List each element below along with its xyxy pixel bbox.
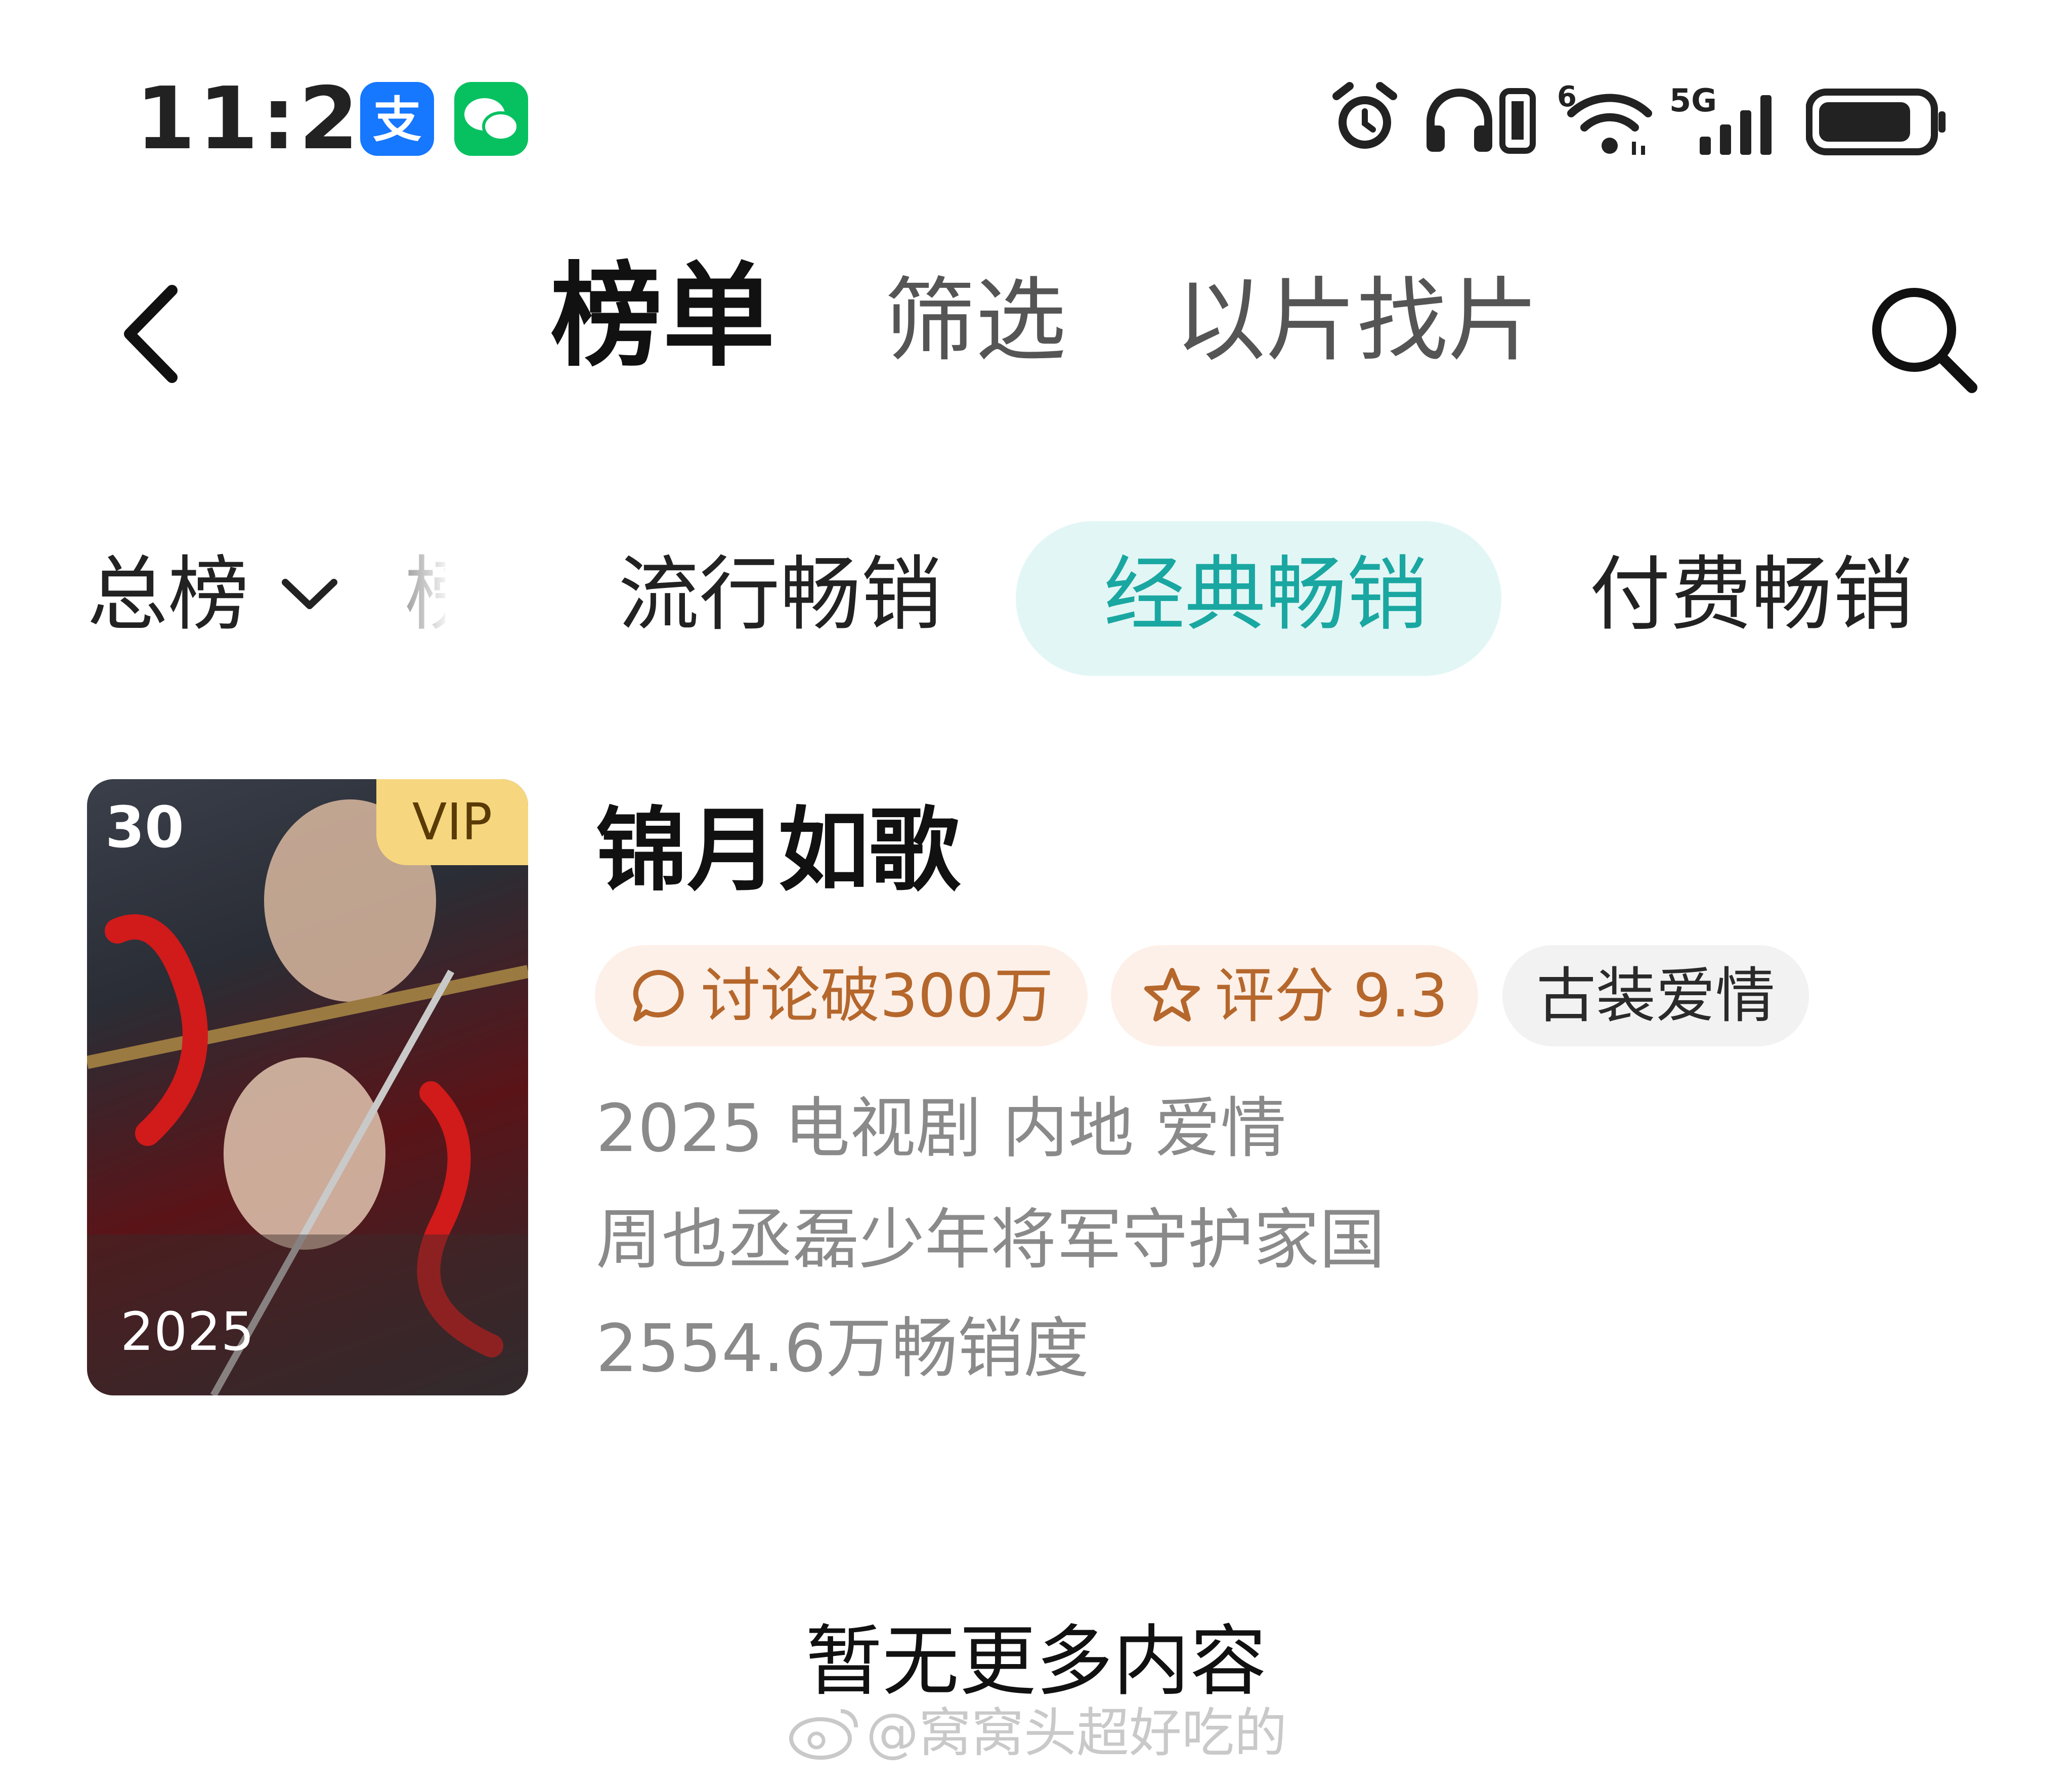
poster-image[interactable]: 30 VIP 2025 [87,779,528,1395]
category-popular[interactable]: 流行畅销 [618,554,942,635]
star-icon [1144,968,1200,1022]
watermark: @窝窝头超好吃的 [785,1705,1287,1761]
score-text: 评分 9.3 [1215,961,1448,1031]
discussion-tag: 讨论破300万 [595,945,1088,1046]
tab-ranking[interactable]: 榜单 [550,261,775,373]
category-dropdown-label: 总榜 [87,547,249,642]
item-title[interactable]: 锦月如歌 [596,805,960,897]
signal-5g-icon: 5G [1669,81,1781,159]
vip-badge: VIP [376,779,528,865]
vibrate-icon [1497,81,1538,159]
chevron-down-icon [282,579,338,609]
comment-icon [633,969,684,1022]
chevron-left-icon [124,285,178,383]
watermark-text: @窝窝头超好吃的 [866,1702,1287,1764]
score-tag: 评分 9.3 [1111,945,1478,1046]
poster-year: 2025 [120,1301,254,1363]
category-paid[interactable]: 付费畅销 [1589,554,1913,635]
search-icon [1872,288,1977,393]
category-dropdown[interactable]: 总榜 [87,554,340,635]
scroll-fade [374,536,516,637]
tab-filter[interactable]: 筛选 [884,276,1066,367]
svg-text:5G: 5G [1669,82,1717,119]
headphones-icon [1421,81,1497,159]
item-description: 周也丞磊少年将军守护家国 [596,1201,1386,1278]
item-meta: 2025 电视剧 内地 爱情 [596,1090,1286,1167]
wifi-icon: 6 [1553,80,1654,159]
item-sales: 2554.6万畅销度 [596,1310,1089,1387]
category-classic[interactable]: 经典畅销 [1104,554,1428,635]
svg-text:支: 支 [373,92,421,148]
back-button[interactable] [116,283,182,387]
wechat-icon [454,82,528,156]
alarm-icon [1329,81,1400,159]
search-button[interactable] [1868,283,1979,397]
rank-number: 30 [105,795,184,861]
no-more-content: 暂无更多内容 [805,1617,1267,1706]
alipay-icon: 支 [360,82,434,156]
battery-icon [1805,81,1948,159]
weibo-logo-icon [789,1709,858,1760]
tab-find-by-film[interactable]: 以片找片 [1175,276,1539,367]
genre-tag: 古装爱情 [1502,945,1809,1046]
discussion-text: 讨论破300万 [701,961,1054,1031]
